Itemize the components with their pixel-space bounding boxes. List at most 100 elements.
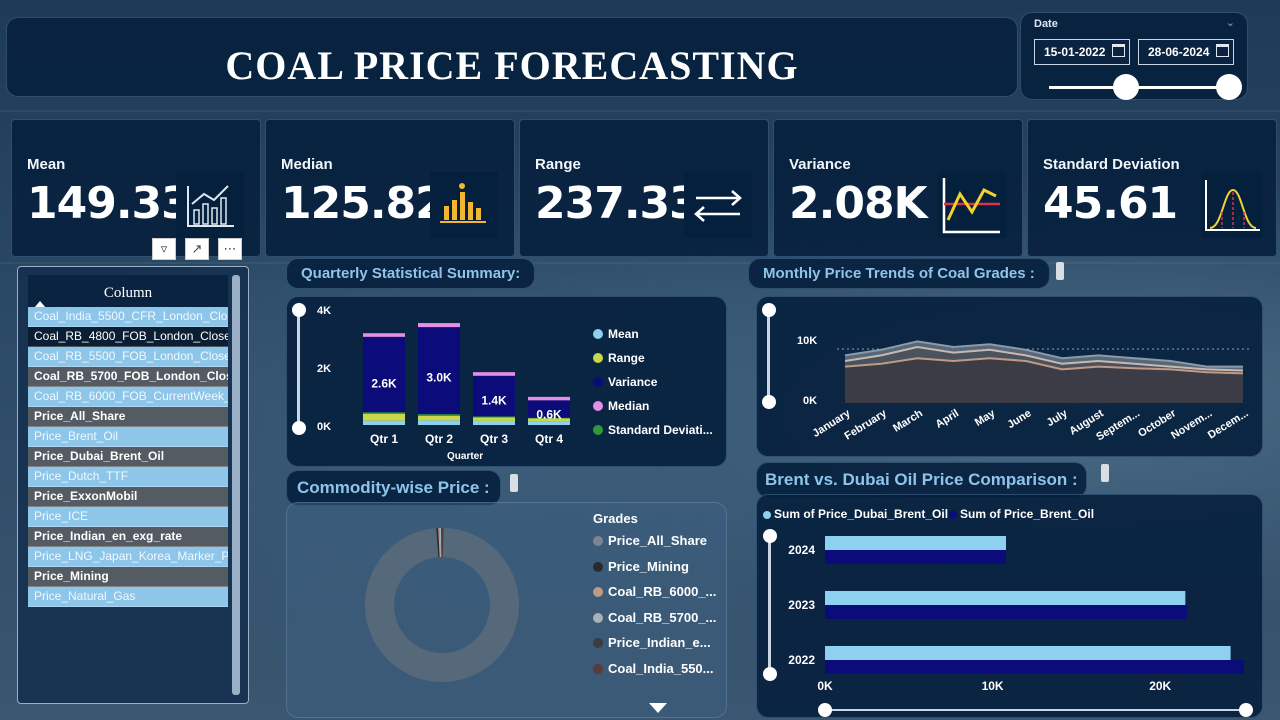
date-slicer[interactable]: Date ⌄ 15-01-2022 28-06-2024 bbox=[1020, 12, 1248, 100]
slicer-item[interactable]: Price_Natural_Gas bbox=[28, 587, 228, 607]
quarterly-bars: 2.6K Qtr 1 3.0K Qtr 2 1.4K Qtr 3 0.6K Qtr 4 bbox=[363, 323, 570, 446]
kpi-value: 45.61 bbox=[1043, 178, 1178, 229]
bar bbox=[825, 591, 1186, 605]
x-tick-label: June bbox=[1005, 407, 1033, 431]
x-axis-title: Quarter bbox=[447, 451, 484, 462]
legend-dot bbox=[593, 587, 603, 598]
monthly-area: JanuaryFebruary March April May June JulyAugu… bbox=[810, 340, 1252, 443]
legend-item[interactable]: Standard Deviati... bbox=[593, 423, 713, 437]
date-range-start-handle[interactable] bbox=[1113, 74, 1139, 100]
legend-label: Coal_India_550... bbox=[608, 661, 714, 676]
kpi-card-mean[interactable]: Mean 149.33 bbox=[11, 119, 261, 257]
x-zoom-right-handle[interactable] bbox=[1239, 703, 1253, 717]
slicer-item[interactable]: Price_Brent_Oil bbox=[28, 427, 228, 447]
slicer-item[interactable]: Price_ExxonMobil bbox=[28, 487, 228, 507]
start-date-input[interactable]: 15-01-2022 bbox=[1034, 39, 1130, 65]
legend-item[interactable]: Price_Indian_e... bbox=[593, 635, 711, 650]
bar-segment bbox=[473, 420, 515, 425]
kpi-card-standard-deviation[interactable]: Standard Deviation 45.61 bbox=[1027, 119, 1277, 257]
slicer-item[interactable]: Price_Dubai_Brent_Oil bbox=[28, 447, 228, 467]
y-tick-label: 2024 bbox=[788, 543, 815, 557]
scrollbar[interactable] bbox=[232, 275, 240, 695]
date-range-end-handle[interactable] bbox=[1216, 74, 1242, 100]
legend-label: Mean bbox=[608, 327, 639, 341]
monthly-trends-title: Monthly Price Trends of Coal Grades : bbox=[748, 258, 1050, 289]
x-tick-label: Decem... bbox=[1206, 407, 1251, 441]
x-tick-label: April bbox=[934, 407, 962, 430]
slicer-item[interactable]: Price_Mining bbox=[28, 567, 228, 587]
slicer-item[interactable]: Price_Indian_en_exg_rate bbox=[28, 527, 228, 547]
commodity-price-chart[interactable]: Grades Price_All_Share Price_Mining Coal_R… bbox=[286, 502, 727, 718]
slicer-item[interactable]: Price_LNG_Japan_Korea_Marker_PLATTS bbox=[28, 547, 228, 567]
bar-segment bbox=[418, 414, 460, 416]
kpi-card-median[interactable]: Median 125.82 bbox=[265, 119, 515, 257]
slicer-item[interactable]: Coal_RB_4800_FOB_London_Close_USD bbox=[28, 327, 228, 347]
kpi-card-range[interactable]: Range 237.33 bbox=[519, 119, 769, 257]
oil-comparison-chart[interactable]: Sum of Price_Dubai_Brent_Oil Sum of Pric… bbox=[756, 494, 1263, 718]
slicer-item[interactable]: Price_Dutch_TTF bbox=[28, 467, 228, 487]
legend-item[interactable]: Range bbox=[593, 351, 645, 365]
data-label: 0.6K bbox=[536, 407, 562, 421]
x-zoom-left-handle[interactable] bbox=[818, 703, 832, 717]
end-date-value: 28-06-2024 bbox=[1148, 45, 1210, 59]
bell-curve-icon bbox=[1202, 172, 1262, 238]
bar-segment bbox=[528, 421, 570, 425]
variance-icon bbox=[938, 172, 1006, 238]
y-tick-label: 4K bbox=[317, 305, 332, 317]
filter-icon[interactable]: ▿ bbox=[152, 238, 176, 260]
visual-header-handle[interactable] bbox=[510, 474, 518, 492]
y-tick-label: 2022 bbox=[788, 653, 815, 667]
visual-header-handle[interactable] bbox=[1056, 262, 1064, 280]
page-title: COAL PRICE FORECASTING bbox=[225, 43, 799, 88]
calendar-icon[interactable] bbox=[1216, 44, 1229, 57]
visual-header-handle[interactable] bbox=[1101, 464, 1109, 482]
y-tick-label: 10K bbox=[797, 335, 818, 347]
legend-label: Range bbox=[608, 351, 645, 365]
slicer-item[interactable]: Price_All_Share bbox=[28, 407, 228, 427]
legend-item[interactable]: Variance bbox=[593, 375, 657, 389]
legend-label: Variance bbox=[608, 375, 658, 389]
line-chart-icon bbox=[176, 172, 244, 238]
slicer-header[interactable]: Column bbox=[28, 275, 228, 309]
kpi-value: 2.08K bbox=[789, 178, 928, 229]
y-tick-label: 2K bbox=[317, 363, 332, 375]
legend-item[interactable]: Median bbox=[593, 399, 649, 413]
bar-segment bbox=[418, 420, 460, 425]
legend-dot bbox=[593, 612, 603, 623]
slicer-item[interactable]: Coal_RB_5700_FOB_London_Close_USD bbox=[28, 367, 228, 387]
slicer-list: Coal_India_5500_CFR_London_Close_USDCoal… bbox=[28, 307, 228, 695]
date-range-track[interactable] bbox=[1049, 86, 1229, 89]
legend-item[interactable]: Price_Mining bbox=[593, 559, 689, 574]
slicer-item[interactable]: Coal_RB_6000_FOB_CurrentWeek_Avg_USD bbox=[28, 387, 228, 407]
monthly-trends-chart[interactable]: January February March April May June July Augu… bbox=[756, 296, 1263, 457]
legend-item[interactable]: Price_All_Share bbox=[593, 533, 707, 548]
slicer-item[interactable]: Coal_RB_5500_FOB_London_Close_USD bbox=[28, 347, 228, 367]
legend-item[interactable]: Coal_India_550... bbox=[593, 661, 714, 676]
calendar-icon[interactable] bbox=[1112, 44, 1125, 57]
legend-item[interactable]: Coal_RB_6000_... bbox=[593, 584, 716, 599]
legend-scroll-down-icon[interactable] bbox=[649, 703, 667, 713]
focus-mode-icon[interactable]: ↗ bbox=[185, 238, 209, 260]
legend-item[interactable]: Coal_RB_5700_... bbox=[593, 610, 716, 625]
slicer-item[interactable]: Price_ICE bbox=[28, 507, 228, 527]
kpi-label: Mean bbox=[27, 156, 66, 173]
legend-label: Standard Deviati... bbox=[608, 423, 713, 437]
slicer-item[interactable]: Coal_India_5500_CFR_London_Close_USD bbox=[28, 307, 228, 327]
more-options-icon[interactable]: ⋯ bbox=[218, 238, 242, 260]
commodity-donut bbox=[365, 528, 519, 682]
quarterly-summary-chart[interactable]: 2.6K Qtr 1 3.0K Qtr 2 1.4K Qtr 3 0.6K Qtr 4 4K … bbox=[286, 296, 727, 467]
chevron-down-icon[interactable]: ⌄ bbox=[1226, 16, 1235, 29]
slicer-header-label: Column bbox=[103, 285, 153, 301]
start-date-value: 15-01-2022 bbox=[1044, 45, 1106, 59]
legend-label: Median bbox=[608, 399, 650, 413]
legend-label: Price_Mining bbox=[608, 558, 689, 574]
kpi-value: 149.33 bbox=[27, 178, 192, 229]
end-date-input[interactable]: 28-06-2024 bbox=[1138, 39, 1234, 65]
x-axis-zoom-slider[interactable] bbox=[825, 709, 1245, 711]
legend-dot bbox=[593, 329, 603, 339]
bar-segment bbox=[363, 333, 405, 337]
legend-item[interactable]: Mean bbox=[593, 327, 639, 341]
kpi-card-variance[interactable]: Variance 2.08K bbox=[773, 119, 1023, 257]
x-tick-label: 0K bbox=[817, 679, 833, 693]
title-panel: COAL PRICE FORECASTING bbox=[6, 17, 1018, 97]
